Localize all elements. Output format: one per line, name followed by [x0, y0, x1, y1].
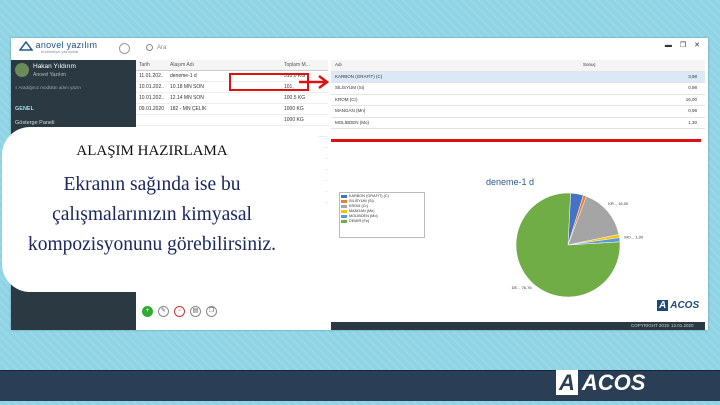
element-result: 1,30 — [688, 119, 697, 125]
footer-copyright: COPYRIGHT 2019 — [631, 323, 669, 328]
table-cell: 10.18 MN SON — [170, 84, 204, 90]
app-logo: anovel yazılım endüstriyel yazılımlar — [19, 40, 97, 54]
pie-data-label: MO.., 1,30 — [624, 235, 643, 240]
sidebar-item-gosterge-paneli[interactable]: Gösterge Paneli — [15, 120, 54, 126]
window-controls: ▬ ❐ ✕ — [657, 41, 700, 49]
column-header-result[interactable]: Sonuç — [583, 62, 596, 67]
element-name: KARBON (GRAFİT) (C) — [335, 73, 383, 79]
table-cell: 1000 KG — [284, 117, 304, 123]
user-name: Hakan Yıldırım — [33, 63, 76, 70]
element-name: SİLİSYUM (Si) — [335, 85, 365, 90]
element-result: 0,98 — [688, 108, 697, 113]
callout-heading: ALAŞIM HAZIRLAMA — [76, 143, 228, 159]
table-cell: 182 - MN ÇELİK — [170, 106, 207, 112]
user-role: Anovel Yazılım — [33, 72, 66, 78]
instruction-callout: ALAŞIM HAZIRLAMA Ekranın sağında ise bu … — [2, 127, 325, 292]
pie-chart: KR.., 16,00 MO.., 1,30 DE.., 76,76 — [512, 192, 644, 298]
sidebar-section-genel: GENEL — [15, 106, 34, 112]
composition-chart: deneme-1 d KARBON (GRAFİT) (C) SİLİSYUM (… — [331, 170, 705, 302]
table-row[interactable]: SİLİSYUM (Si) 0,98 — [331, 83, 705, 95]
red-arrow-icon — [229, 73, 329, 91]
pie-data-label: DE.., 76,76 — [512, 285, 533, 290]
refresh-icon[interactable] — [119, 43, 130, 54]
table-cell: 1000 KG — [284, 106, 304, 112]
acos-logo: A ACOS — [657, 300, 699, 311]
composition-table: Adı Sonuç KARBON (GRAFİT) (C) 3,98 SİLİSYU… — [331, 60, 705, 129]
table-row[interactable]: 09.01.2020 182 - MN ÇELİK 1000 KG — [136, 104, 328, 115]
slide-acos-badge: A — [556, 370, 578, 395]
edit-icon[interactable]: ✎ — [158, 306, 169, 317]
callout-body: Ekranın sağında ise bu çalışmalarınızın … — [27, 174, 277, 255]
user-panel: Hakan Yıldırım Anovel Yazılım — [11, 60, 136, 82]
column-header-total[interactable]: Toplam M... — [284, 62, 310, 68]
acos-logo-text: ACOS — [670, 300, 700, 311]
search-placeholder: Ara — [157, 45, 167, 52]
table-row[interactable]: 10.01.202.. 12.14 MN SON 100,5 KG — [136, 93, 328, 104]
table-cell: 100,5 KG — [284, 95, 306, 101]
slide-acos-logo: A ACOS — [556, 370, 645, 396]
highlight-underline — [331, 139, 701, 142]
maximize-icon[interactable]: ❐ — [680, 42, 686, 49]
acos-logo-badge: A — [657, 300, 669, 311]
table-header: Adı Sonuç — [331, 60, 705, 72]
table-row[interactable]: MOLİBDEN (Mo) 1,30 — [331, 118, 705, 129]
table-row[interactable]: KROM (Cr) 16,00 — [331, 95, 705, 106]
table-row[interactable]: MANGAN (Mn) 0,98 — [331, 106, 705, 118]
element-name: MANGAN (Mn) — [335, 108, 366, 113]
print-icon[interactable]: ▤ — [190, 306, 201, 317]
column-header-date[interactable]: Tarih — [139, 62, 150, 68]
table-row[interactable]: 1000 KG — [136, 115, 328, 126]
sidebar-search-placeholder: Aradığınız modülün adını yazın — [18, 85, 81, 90]
column-header-name[interactable]: Adı — [335, 62, 342, 67]
table-cell: deneme-1 d — [170, 73, 197, 79]
table-cell: 11.01.202.. — [139, 73, 164, 79]
copy-icon[interactable]: ❐ — [206, 306, 217, 317]
table-cell: 12.14 MN SON — [170, 95, 204, 101]
element-result: 16,00 — [685, 96, 697, 102]
element-name: KROM (Cr) — [335, 96, 358, 102]
close-icon[interactable]: ✕ — [694, 42, 700, 49]
add-icon[interactable]: + — [142, 306, 153, 317]
global-search[interactable]: Ara — [146, 44, 166, 51]
slide-acos-text: ACOS — [581, 370, 646, 395]
logo-icon — [19, 40, 33, 51]
table-header: Tarih Alaşım Adı Toplam M... — [136, 60, 328, 71]
element-result: 0,98 — [688, 85, 697, 90]
table-cell: 10.01.202.. — [139, 84, 165, 90]
element-result: 3,98 — [688, 73, 697, 79]
search-icon — [146, 44, 153, 51]
app-footer: COPYRIGHT 2019 12.01.2020 — [331, 322, 705, 330]
title-bar: anovel yazılım endüstriyel yazılımlar Ar… — [11, 38, 708, 60]
column-header-alloy-name[interactable]: Alaşım Adı — [170, 62, 194, 68]
minimize-icon[interactable]: ▬ — [665, 42, 672, 49]
footer-date: 12.01.2020 — [671, 323, 694, 328]
delete-icon[interactable]: − — [174, 306, 185, 317]
table-row[interactable]: KARBON (GRAFİT) (C) 3,98 — [331, 71, 705, 83]
element-name: MOLİBDEN (Mo) — [335, 119, 370, 125]
table-cell: 10.01.202.. — [139, 95, 165, 101]
avatar[interactable] — [15, 63, 29, 77]
table-cell: 09.01.2020 — [139, 106, 165, 112]
sidebar-search-input[interactable]: ⌕ Aradığınız modülün adını yazın — [15, 85, 81, 90]
pie-data-label: KR.., 16,00 — [608, 201, 629, 206]
